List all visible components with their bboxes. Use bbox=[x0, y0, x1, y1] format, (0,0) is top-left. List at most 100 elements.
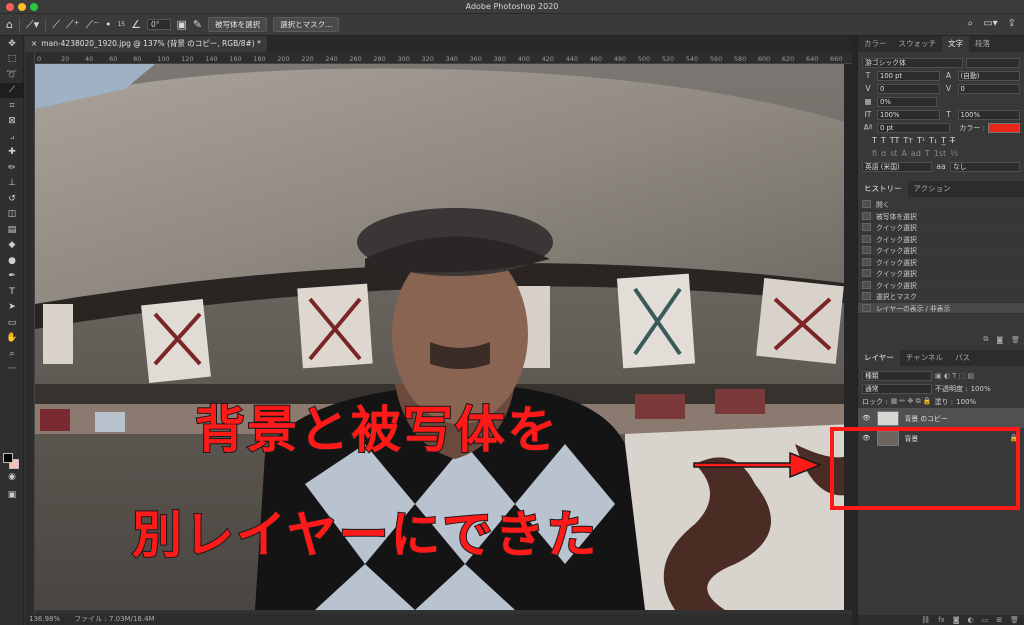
sample-all-layers-icon[interactable]: ▣ bbox=[177, 19, 187, 30]
spot-healing-tool-icon[interactable]: ✚ bbox=[0, 145, 24, 161]
antialias-select[interactable]: なし bbox=[950, 161, 1020, 172]
tab-character[interactable]: 文字 bbox=[942, 36, 969, 52]
history-item[interactable]: クイック選択 bbox=[858, 268, 1024, 280]
zoom-window-button[interactable] bbox=[30, 3, 38, 11]
eyedropper-tool-icon[interactable]: ⟓ bbox=[0, 129, 24, 145]
new-selection-icon[interactable]: ⟋ bbox=[52, 19, 60, 30]
tab-channels[interactable]: チャンネル bbox=[900, 350, 949, 366]
vertical-ruler[interactable] bbox=[25, 52, 35, 614]
tab-actions[interactable]: アクション bbox=[908, 181, 957, 197]
language-select[interactable]: 英語 (米国) bbox=[862, 161, 932, 172]
enhance-edge-icon[interactable]: ✎ bbox=[193, 19, 202, 30]
opacity-value[interactable]: 100% bbox=[971, 385, 991, 393]
history-item-current[interactable]: レイヤーの表示 / 非表示 bbox=[858, 302, 1024, 314]
quick-mask-icon[interactable]: ◉ bbox=[0, 469, 24, 485]
crop-tool-icon[interactable]: ⌗ bbox=[0, 98, 24, 114]
all-caps-icon[interactable]: TT bbox=[890, 136, 900, 145]
strikethrough-icon[interactable]: T̶ bbox=[950, 136, 955, 145]
delete-state-icon[interactable]: 🗑 bbox=[1011, 336, 1020, 344]
underline-icon[interactable]: T̲ bbox=[941, 136, 946, 145]
tab-color[interactable]: カラー bbox=[858, 36, 893, 52]
angle-input[interactable]: 0° bbox=[146, 19, 171, 30]
close-window-button[interactable] bbox=[6, 3, 14, 11]
horizontal-scale-input[interactable]: 100% bbox=[957, 109, 1020, 120]
leading-input[interactable]: (自動) bbox=[957, 70, 1020, 81]
history-item[interactable]: 被写体を選択 bbox=[858, 211, 1024, 222]
select-and-mask-button[interactable]: 選択とマスク... bbox=[273, 17, 340, 32]
titling-icon[interactable]: A bbox=[901, 149, 906, 158]
blend-mode-select[interactable]: 通常 bbox=[862, 383, 932, 394]
zoom-level[interactable]: 136.98% bbox=[29, 614, 60, 625]
document-tab[interactable]: × man-4238020_1920.jpg @ 137% (背景 のコピー, … bbox=[25, 36, 267, 52]
history-item[interactable]: クイック選択 bbox=[858, 280, 1024, 291]
rectangle-tool-icon[interactable]: ▭ bbox=[0, 315, 24, 331]
frame-tool-icon[interactable]: ⊠ bbox=[0, 114, 24, 130]
screen-mode-icon[interactable]: ▣ bbox=[0, 487, 24, 503]
link-layers-icon[interactable]: ⛓ bbox=[921, 615, 930, 625]
zoom-tool-icon[interactable]: ⌕ bbox=[0, 346, 24, 362]
layer-row[interactable]: 👁 背景 のコピー bbox=[858, 408, 1024, 428]
gradient-tool-icon[interactable]: ▤ bbox=[0, 222, 24, 238]
delete-layer-icon[interactable]: 🗑 bbox=[1010, 615, 1019, 625]
history-item[interactable]: 開く bbox=[858, 199, 1024, 211]
more-tools-icon[interactable]: ··· bbox=[0, 362, 24, 378]
kerning-input[interactable]: 0 bbox=[877, 83, 940, 94]
clone-stamp-tool-icon[interactable]: ⊥ bbox=[0, 176, 24, 192]
pen-tool-icon[interactable]: ✒ bbox=[0, 269, 24, 285]
horizontal-ruler[interactable]: 0 20 40 60 80 100 120 140 160 180 200 220 240 260 280 3… bbox=[35, 52, 852, 64]
lock-icons[interactable]: ▦ ✏ ✥ ⧉ 🔒 bbox=[891, 397, 932, 406]
small-caps-icon[interactable]: Tт bbox=[903, 136, 913, 145]
eye-icon[interactable]: 👁 bbox=[862, 414, 871, 422]
layer-filter-icons[interactable]: ▣ ◐ T ⬚ ▤ bbox=[935, 372, 974, 380]
brush-tool-icon[interactable]: ✏ bbox=[0, 160, 24, 176]
add-to-selection-icon[interactable]: ⟋⁺ bbox=[66, 19, 80, 30]
foreground-color-swatch[interactable] bbox=[3, 453, 13, 463]
quick-selection-tool-icon[interactable]: ⟋ bbox=[0, 82, 24, 98]
vertical-scrollbar[interactable] bbox=[844, 64, 852, 610]
ordinal-icon[interactable]: ad bbox=[911, 149, 921, 158]
faux-italic-icon[interactable]: T bbox=[881, 136, 886, 145]
new-layer-icon[interactable]: ⊞ bbox=[996, 615, 1002, 625]
tab-paths[interactable]: パス bbox=[949, 350, 976, 366]
tab-swatches[interactable]: スウォッチ bbox=[893, 36, 943, 52]
type-tool-icon[interactable]: T bbox=[0, 284, 24, 300]
tab-history[interactable]: ヒストリー bbox=[858, 181, 908, 197]
close-tab-icon[interactable]: × bbox=[31, 36, 37, 52]
tracking-input[interactable]: 0 bbox=[957, 83, 1020, 94]
eraser-tool-icon[interactable]: ◫ bbox=[0, 207, 24, 223]
subscript-icon[interactable]: T₁ bbox=[929, 136, 937, 145]
fractions-icon[interactable]: 1st bbox=[934, 149, 946, 158]
vertical-scale-input[interactable]: 100% bbox=[877, 109, 940, 120]
share-icon[interactable]: ⇪ bbox=[1008, 18, 1016, 29]
subtract-from-selection-icon[interactable]: ⟋⁻ bbox=[85, 19, 99, 30]
minimize-window-button[interactable] bbox=[18, 3, 26, 11]
history-brush-tool-icon[interactable]: ↺ bbox=[0, 191, 24, 207]
brush-size-icon[interactable]: • bbox=[105, 19, 112, 30]
move-tool-icon[interactable]: ✥ bbox=[0, 36, 24, 52]
hand-tool-icon[interactable]: ✋ bbox=[0, 331, 24, 347]
history-item[interactable]: 選択とマスク bbox=[858, 291, 1024, 303]
lasso-tool-icon[interactable]: ➰ bbox=[0, 67, 24, 83]
discretionary-icon[interactable]: σ bbox=[881, 149, 886, 158]
history-item[interactable]: クイック選択 bbox=[858, 245, 1024, 257]
font-family-select[interactable]: 游ゴシック体 bbox=[862, 57, 964, 68]
select-subject-button[interactable]: 被写体を選択 bbox=[208, 17, 268, 32]
workspace-icon[interactable]: ▭▾ bbox=[983, 18, 997, 29]
home-icon[interactable]: ⌂ bbox=[6, 19, 13, 30]
fill-value[interactable]: 100% bbox=[956, 398, 976, 406]
search-icon[interactable]: ⌕ bbox=[968, 18, 974, 29]
quick-selection-tool-preset-icon[interactable]: ⟋▾ bbox=[26, 19, 39, 30]
font-style-select[interactable] bbox=[966, 57, 1020, 68]
path-selection-tool-icon[interactable]: ➤ bbox=[0, 300, 24, 316]
superscript-icon[interactable]: T¹ bbox=[917, 136, 925, 145]
add-mask-icon[interactable]: ◙ bbox=[953, 615, 960, 625]
text-color-swatch[interactable] bbox=[988, 122, 1020, 133]
snapshot-icon[interactable]: ◙ bbox=[996, 336, 1003, 344]
fraction-half-icon[interactable]: ½ bbox=[950, 149, 958, 158]
marquee-tool-icon[interactable]: ⬚ bbox=[0, 52, 24, 68]
history-item[interactable]: クイック選択 bbox=[858, 222, 1024, 234]
swash-icon[interactable]: st bbox=[890, 149, 897, 158]
blur-tool-icon[interactable]: ◆ bbox=[0, 238, 24, 254]
history-item[interactable]: クイック選択 bbox=[858, 234, 1024, 245]
layer-filter-select[interactable]: 種類 bbox=[862, 370, 932, 381]
